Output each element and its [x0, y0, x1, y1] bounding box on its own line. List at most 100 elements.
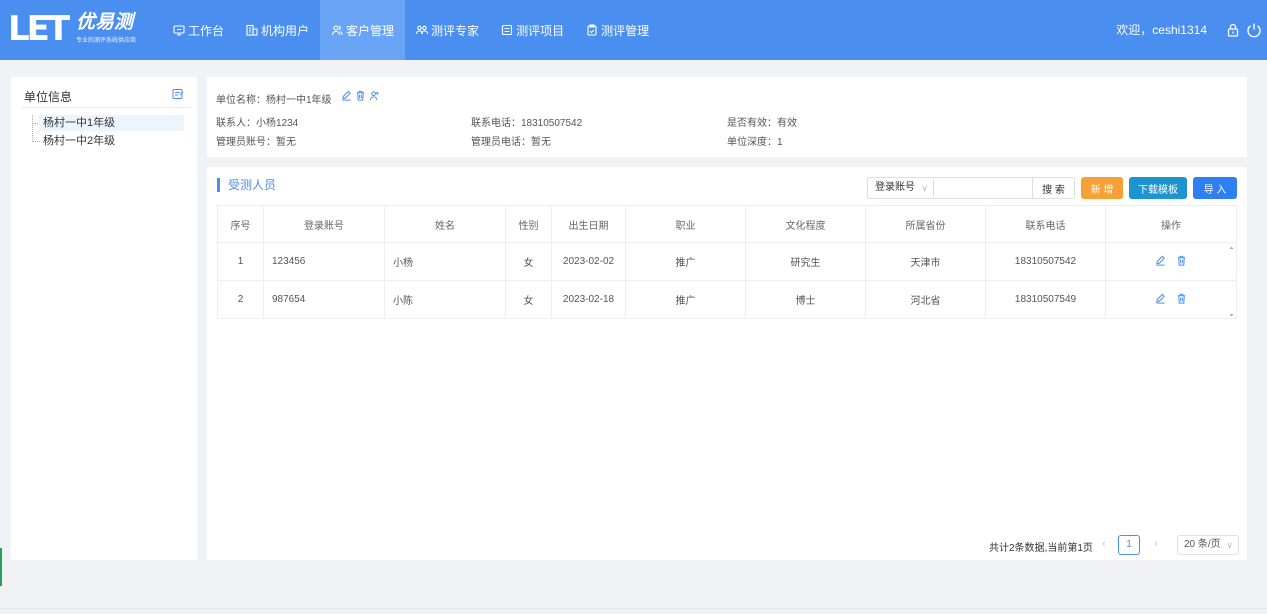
- valid-status: 是否有效：有效: [727, 118, 797, 129]
- cell-name: 小杨: [384, 242, 506, 281]
- cell-name: 小陈: [384, 280, 506, 319]
- col-header: 操作: [1105, 205, 1237, 243]
- divider: [0, 608, 1267, 609]
- brand-logo[interactable]: LET 优易测 专业的测评系统供应商: [8, 10, 143, 48]
- trash-icon[interactable]: [1176, 255, 1187, 266]
- cell-account: 987654: [263, 280, 385, 319]
- page-size-value: 20 条/页: [1184, 539, 1221, 550]
- nav-projects[interactable]: 测评项目: [490, 0, 575, 60]
- welcome-text: 欢迎，ceshi1314: [1116, 23, 1207, 37]
- users-icon: [331, 25, 343, 36]
- edit-icon[interactable]: [1155, 255, 1166, 266]
- brand-slogan: 专业的测评系统供应商: [76, 38, 137, 44]
- experts-icon: [416, 25, 429, 35]
- admin-account: 管理员账号：暂无: [216, 137, 296, 148]
- download-template-button[interactable]: 下载模板: [1129, 177, 1187, 199]
- table-header-row: 序号 登录账号 姓名 性别 出生日期 职业 文化程度 所属省份 联系电话 操作: [217, 205, 1237, 243]
- edge-tab: [0, 548, 2, 586]
- col-header: 性别: [505, 205, 552, 243]
- cell-actions: [1105, 280, 1237, 319]
- chevron-down-icon: ∨: [921, 183, 928, 193]
- cell-gender: 女: [505, 242, 552, 281]
- monitor-icon: [173, 25, 185, 36]
- cell-province: 天津市: [865, 242, 986, 281]
- next-page-button[interactable]: ›: [1149, 535, 1163, 553]
- lock-icon[interactable]: [1226, 23, 1240, 37]
- col-header: 所属省份: [865, 205, 986, 243]
- table-scrollbar[interactable]: [1227, 243, 1236, 320]
- edit-icon[interactable]: [341, 90, 352, 101]
- chevron-down-icon: ∨: [1226, 540, 1233, 550]
- testee-table: 序号 登录账号 姓名 性别 出生日期 职业 文化程度 所属省份 联系电话 操作 …: [217, 205, 1237, 319]
- page-number-button[interactable]: 1: [1118, 535, 1140, 555]
- user-add-icon[interactable]: [369, 90, 380, 101]
- search-field-select[interactable]: 登录账号 ∨: [867, 177, 933, 199]
- clipboard-icon: [587, 24, 597, 36]
- cell-phone: 18310507542: [985, 242, 1106, 281]
- nav-label: 测评项目: [516, 23, 565, 38]
- page-size-select[interactable]: 20 条/页 ∨: [1177, 535, 1239, 555]
- unit-name: 单位名称：杨村一中1年级: [216, 95, 332, 106]
- trash-icon[interactable]: [355, 90, 366, 101]
- list-icon: [502, 24, 513, 36]
- table-row: 2 987654 小陈 女 2023-02-18 推广 博士 河北省 18310…: [217, 280, 1237, 319]
- cell-province: 河北省: [865, 280, 986, 319]
- unit-info-title: 单位信息: [24, 90, 73, 104]
- nav-assessment-mgmt[interactable]: 测评管理: [575, 0, 660, 60]
- nav-label: 工作台: [188, 23, 225, 38]
- logo-letters: LET: [8, 9, 70, 49]
- power-icon[interactable]: [1246, 22, 1262, 38]
- nav-label: 客户管理: [346, 23, 395, 38]
- nav-experts[interactable]: 测评专家: [405, 0, 490, 60]
- contact-phone: 联系电话：18310507542: [471, 118, 583, 129]
- cell-occupation: 推广: [625, 242, 746, 281]
- col-header: 姓名: [384, 205, 506, 243]
- divider: [21, 107, 191, 108]
- nav-customer-mgmt[interactable]: 客户管理: [320, 0, 406, 60]
- add-button[interactable]: 新 增: [1081, 177, 1123, 199]
- cell-education: 博士: [745, 280, 866, 319]
- tree-connector: [32, 115, 33, 142]
- brand-name: 优易测: [76, 12, 134, 33]
- prev-page-button[interactable]: ‹: [1097, 535, 1111, 553]
- main-nav: 工作台 机构用户 客户管理 测评专家 测评项目 测评管理: [162, 0, 660, 60]
- col-header: 登录账号: [263, 205, 385, 243]
- top-navbar: LET 优易测 专业的测评系统供应商 工作台 机构用户 客户管理 测评专家 测评…: [0, 0, 1267, 60]
- tree-item-grade1[interactable]: 杨村一中1年级: [39, 115, 184, 131]
- cell-birthdate: 2023-02-02: [551, 242, 626, 281]
- nav-workbench[interactable]: 工作台: [162, 0, 235, 60]
- section-title: 受测人员: [217, 178, 276, 192]
- edit-icon[interactable]: [1155, 293, 1166, 304]
- nav-label: 测评专家: [431, 23, 480, 38]
- pagination-summary: 共计2条数据,当前第1页: [989, 543, 1093, 554]
- cell-actions: [1105, 242, 1237, 281]
- table-row: 1 123456 小杨 女 2023-02-02 推广 研究生 天津市 1831…: [217, 242, 1237, 281]
- contact-person: 联系人：小杨1234: [216, 118, 299, 129]
- col-header: 出生日期: [551, 205, 626, 243]
- unit-info-panel: 单位信息 杨村一中1年级 杨村一中2年级: [11, 77, 197, 560]
- building-icon: [246, 24, 258, 36]
- trash-icon[interactable]: [1176, 293, 1187, 304]
- cell-education: 研究生: [745, 242, 866, 281]
- search-field-value: 登录账号: [875, 182, 915, 193]
- search-input[interactable]: [933, 177, 1033, 199]
- search-button[interactable]: 搜 索: [1032, 177, 1075, 199]
- cell-index: 1: [217, 242, 264, 281]
- nav-label: 测评管理: [601, 23, 650, 38]
- nav-org-users[interactable]: 机构用户: [235, 0, 320, 60]
- col-header: 职业: [625, 205, 746, 243]
- cell-phone: 18310507549: [985, 280, 1106, 319]
- nav-label: 机构用户: [261, 23, 310, 38]
- tree-item-grade2[interactable]: 杨村一中2年级: [39, 133, 184, 149]
- cell-occupation: 推广: [625, 280, 746, 319]
- testee-panel: 受测人员 登录账号 ∨ 搜 索 新 增 下载模板 导 入 序号 登录账号 姓名 …: [207, 167, 1247, 560]
- col-header: 文化程度: [745, 205, 866, 243]
- import-button[interactable]: 导 入: [1193, 177, 1237, 199]
- edit-icon[interactable]: [172, 88, 184, 100]
- col-header: 序号: [217, 205, 264, 243]
- cell-birthdate: 2023-02-18: [551, 280, 626, 319]
- admin-phone: 管理员电话：暂无: [471, 137, 551, 148]
- cell-gender: 女: [505, 280, 552, 319]
- unit-detail-panel: 单位名称：杨村一中1年级 联系人：小杨1234 联系电话：18310507542…: [207, 77, 1247, 157]
- unit-actions: [341, 90, 380, 101]
